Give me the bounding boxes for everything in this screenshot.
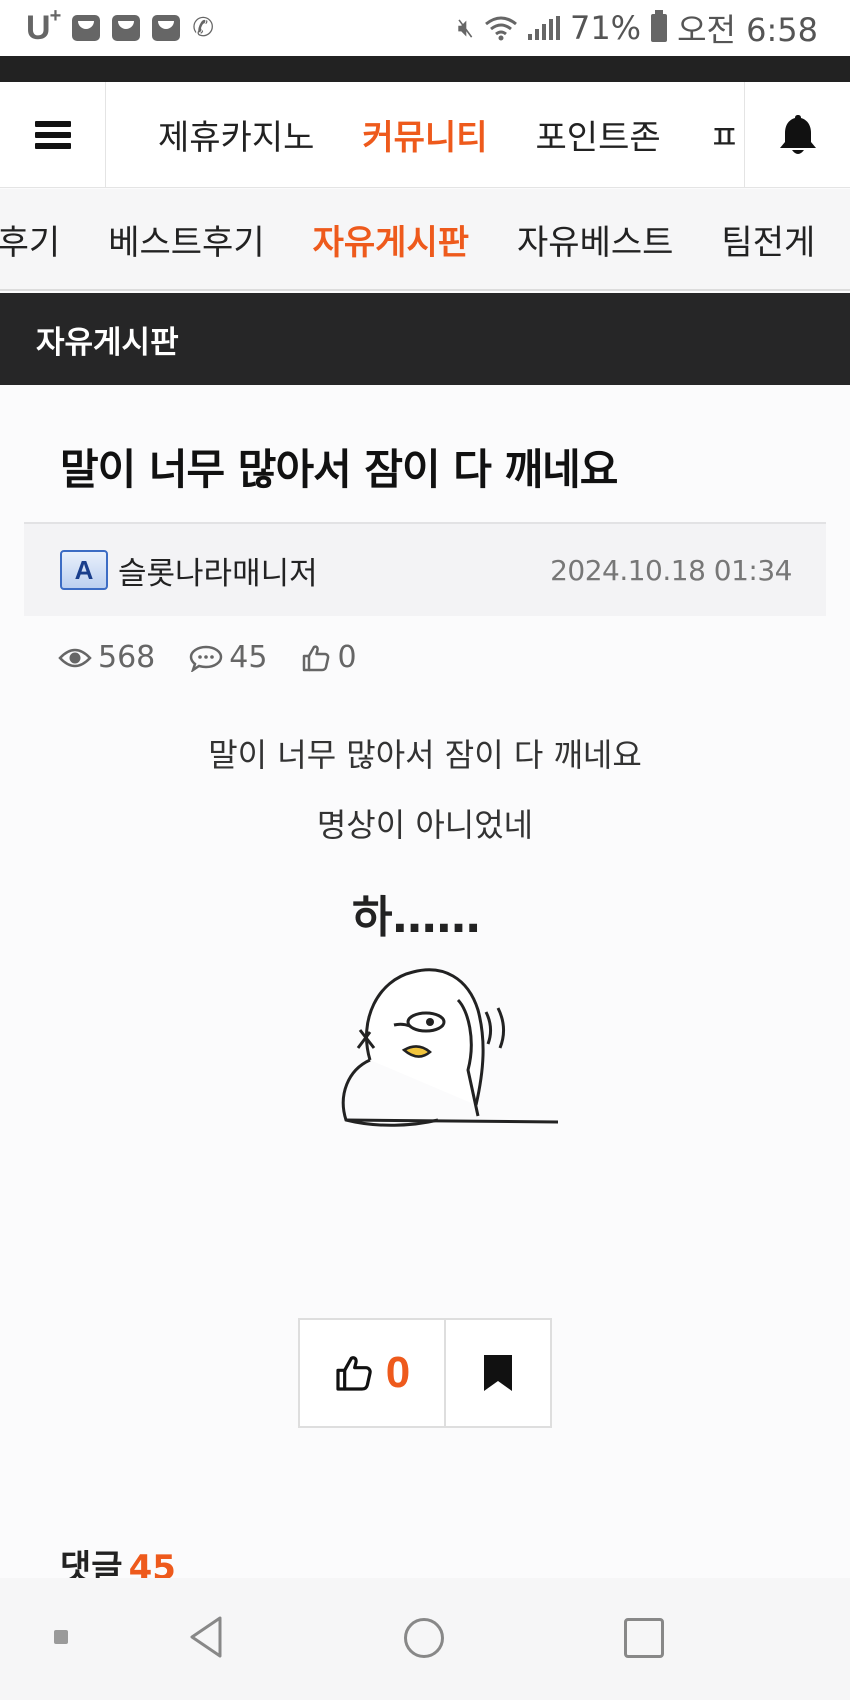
nav-item-casino[interactable]: 제휴카지노: [158, 110, 314, 159]
status-right: 🔇︎ 71% 오전 6:58: [458, 5, 818, 51]
subnav-item-reviews[interactable]: 1후기: [0, 215, 60, 264]
kakao-icon: [72, 15, 101, 41]
like-count: 0: [301, 640, 357, 675]
battery-percent: 71%: [569, 9, 642, 47]
recent-apps-icon[interactable]: [624, 1618, 664, 1658]
comment-icon: [190, 645, 223, 672]
post-actions: 0: [298, 1318, 552, 1428]
bookmark-icon: [484, 1355, 512, 1391]
comment-count-value: 45: [229, 640, 268, 675]
carrier-label: U+: [26, 5, 61, 47]
post-stats: 568 45 0: [58, 640, 357, 675]
thumbs-up-icon: [303, 644, 330, 671]
post-date: 2024.10.18 01:34: [550, 553, 792, 587]
hamburger-icon: [34, 120, 71, 149]
nav-item-more[interactable]: ㅍ: [709, 110, 740, 159]
post-body-line: 명상이 아니었네: [316, 806, 534, 844]
status-left: U+ ✆: [26, 5, 215, 48]
system-nav-bar: [0, 1578, 850, 1700]
board-title: 자유게시판: [36, 324, 179, 361]
signal-icon: [527, 16, 560, 40]
mute-icon: 🔇︎: [457, 12, 474, 43]
like-button-count: 0: [385, 1348, 411, 1397]
subnav-item-free-best[interactable]: 자유베스트: [517, 215, 673, 264]
nav-dot-icon[interactable]: [54, 1630, 68, 1644]
menu-button[interactable]: [0, 82, 106, 187]
like-count-value: 0: [337, 640, 357, 675]
post-title: 말이 너무 많아서 잠이 다 깨네요: [60, 445, 618, 494]
status-bar: U+ ✆ 🔇︎ 71% 오전 6:58: [0, 0, 850, 56]
sub-nav-items: 1후기 베스트후기 자유게시판 자유베스트 팀전게: [0, 189, 815, 289]
bookmark-button[interactable]: [446, 1320, 550, 1426]
comment-count: 45: [189, 640, 267, 675]
phone-icon: ✆: [192, 13, 215, 43]
kakao-icon: [112, 15, 141, 41]
duck-sticker-image: 하……: [341, 892, 559, 1127]
view-count-value: 568: [98, 640, 156, 675]
kakao-icon: [152, 15, 181, 41]
subnav-item-free-board[interactable]: 자유게시판: [313, 215, 469, 264]
author-level-badge: A: [60, 550, 108, 590]
sub-nav: 1후기 베스트후기 자유게시판 자유베스트 팀전게: [0, 189, 850, 291]
clock: 오전 6:58: [677, 11, 818, 49]
home-icon[interactable]: [404, 1618, 444, 1658]
post-body: 말이 너무 많아서 잠이 다 깨네요 명상이 아니었네: [0, 730, 850, 870]
subnav-item-team[interactable]: 팀전게: [721, 215, 815, 264]
nav-item-community[interactable]: 커뮤니티: [362, 110, 487, 159]
view-count: 568: [58, 640, 155, 675]
back-icon[interactable]: [186, 1614, 226, 1660]
bell-icon: [779, 114, 816, 154]
wifi-icon: [485, 16, 517, 41]
author-name[interactable]: 슬롯나라매니저: [118, 548, 318, 593]
main-nav: 제휴카지노 커뮤니티 포인트존 ㅍ: [0, 82, 850, 188]
subnav-item-best-reviews[interactable]: 베스트후기: [108, 215, 264, 264]
author-info[interactable]: A 슬롯나라매니저: [60, 548, 318, 593]
notification-button[interactable]: [744, 82, 850, 187]
post-body-line: 말이 너무 많아서 잠이 다 깨네요: [208, 736, 642, 774]
top-strip: [0, 56, 850, 82]
thumbs-up-icon: [336, 1356, 372, 1391]
author-bar: A 슬롯나라매니저 2024.10.18 01:34: [24, 522, 826, 616]
board-header: 자유게시판: [0, 293, 850, 385]
nav-item-pointzone[interactable]: 포인트존: [536, 110, 661, 159]
main-nav-items: 제휴카지노 커뮤니티 포인트존 ㅍ: [106, 82, 744, 187]
sticker-caption: 하……: [352, 892, 480, 943]
eye-icon: [58, 648, 92, 667]
battery-icon: [651, 10, 668, 42]
like-button[interactable]: 0: [300, 1320, 446, 1426]
